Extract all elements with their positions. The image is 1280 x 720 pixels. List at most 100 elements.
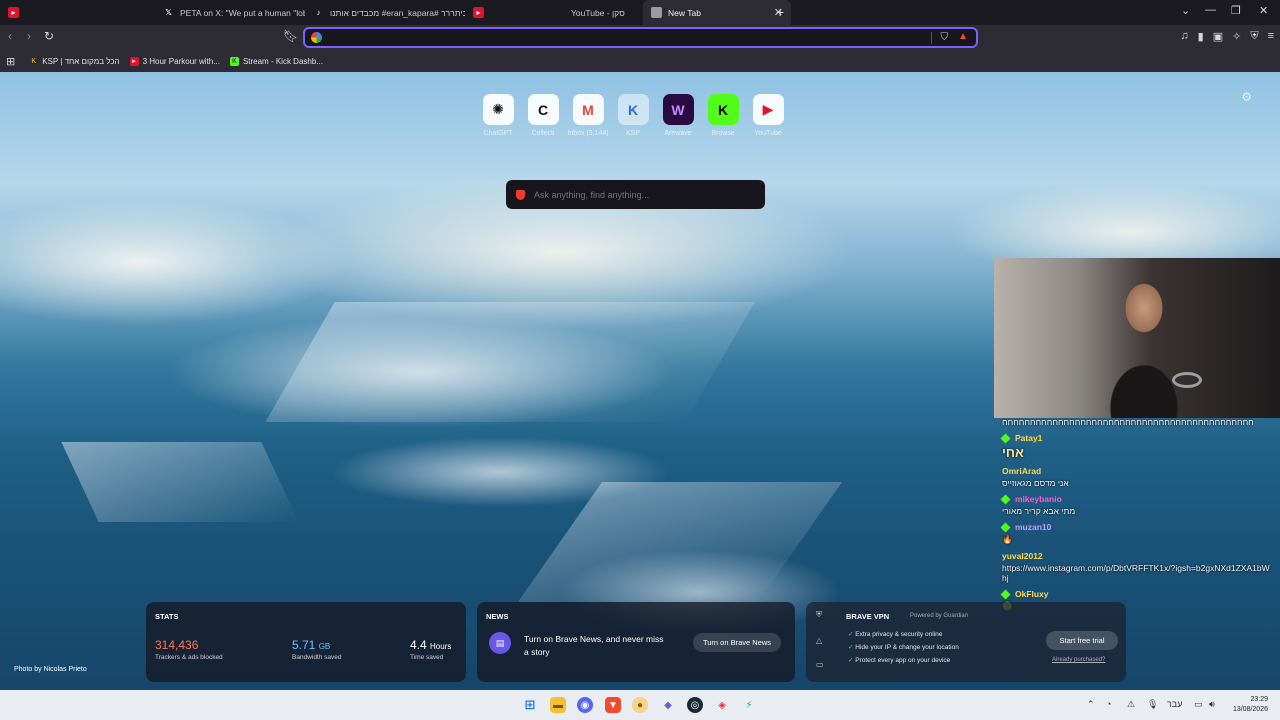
language-indicator[interactable]: עבר	[1167, 699, 1182, 709]
tab-peta-x[interactable]: 𝕏 PETA on X: "We put a human "lobste	[155, 0, 305, 25]
sidebar-icon[interactable]: ▮	[1198, 30, 1204, 43]
top-site-arewave[interactable]: W Arewave	[660, 94, 696, 137]
brave-rewards-icon[interactable]: ▲	[958, 31, 968, 42]
wallpaper-ridge	[61, 442, 299, 522]
steam-icon[interactable]: ◎	[687, 697, 703, 713]
tab-youtube-1[interactable]: ▸	[0, 0, 20, 25]
chat-username: Patay1	[1000, 433, 1272, 443]
chat-message: חחחחחחחחחחחחחחחחחחחחחחחחחחחחחחחחחחחחחחחח…	[1002, 417, 1272, 427]
toolbar-right-icons: ♫ ▮ ▣ ✧ ⛨ ≡	[1180, 30, 1274, 43]
app-icon[interactable]: ⚡	[741, 697, 757, 713]
microphone-icon[interactable]: 🎙︎	[1147, 699, 1158, 710]
top-site-label: Browse	[711, 130, 735, 137]
stat-unit: Hours	[430, 642, 452, 651]
windows-start-icon[interactable]: ⊞	[522, 697, 538, 713]
top-site-youtube[interactable]: ▶ YouTube	[750, 94, 786, 137]
chat-text: אחי	[1002, 445, 1024, 460]
already-purchased-link[interactable]: Already purchased?	[1052, 657, 1105, 663]
wallet-icon[interactable]: ▣	[1213, 30, 1223, 43]
volume-icon[interactable]: 🔊︎	[1209, 699, 1215, 710]
youtube-icon: ▸	[129, 56, 139, 66]
close-window-button[interactable]: ✕	[1259, 4, 1268, 17]
turn-on-news-button[interactable]: Turn on Brave News	[693, 633, 781, 652]
media-icon[interactable]: ♫	[1180, 30, 1188, 43]
discord-icon[interactable]: ◉	[577, 697, 593, 713]
address-bar[interactable]: ⛉ ▲	[303, 27, 978, 48]
warning-icon[interactable]: △	[816, 636, 822, 645]
stat-bandwidth: 5.71 GB Bandwidth saved	[292, 638, 342, 661]
file-explorer-icon[interactable]: ▬	[550, 697, 566, 713]
tab-new-tab[interactable]: New Tab ✕	[643, 0, 791, 25]
tab-search-icon[interactable]: ⌄	[1181, 4, 1190, 17]
clock-date: 13/08/2026	[1232, 706, 1268, 713]
top-site-label: YouTube	[754, 130, 782, 137]
vpn-icon[interactable]: ⛨	[1250, 30, 1258, 43]
search-input[interactable]	[534, 187, 765, 202]
message-icon[interactable]: ▭	[816, 660, 824, 669]
app-icon[interactable]: ◆	[660, 697, 676, 713]
tab-title: מכבדים אותנו #eran_kapara# ביתררר	[330, 7, 465, 18]
reload-button[interactable]: ↻	[44, 29, 54, 43]
sub-badge-icon	[1000, 522, 1011, 532]
globe-icon	[651, 7, 662, 18]
webcam-overlay	[994, 258, 1280, 418]
bookmark-label: KSP | הכל במקום אחד	[42, 56, 120, 66]
app-icon[interactable]: ◈	[714, 697, 730, 713]
tab-youtube-2[interactable]: ▸	[465, 0, 493, 25]
app-icon[interactable]: ●	[632, 697, 648, 713]
apps-grid-icon[interactable]: ⊞	[6, 55, 15, 68]
stat-unit: GB	[318, 642, 331, 651]
top-site-gmail[interactable]: M Inbox (3,144)	[567, 94, 609, 137]
news-widget: NEWS ▤ Turn on Brave News, and never mis…	[477, 602, 795, 682]
settings-gear-icon[interactable]: ⚙	[1241, 90, 1252, 104]
start-free-trial-button[interactable]: Start free trial	[1046, 631, 1118, 650]
microphone-icon	[1172, 372, 1202, 388]
tray-app-icon[interactable]: ⚠	[1127, 699, 1135, 710]
tiktok-icon: ♪	[316, 8, 321, 17]
ksp-icon: K	[31, 57, 37, 65]
divider	[931, 32, 932, 44]
minimize-button[interactable]: —	[1205, 4, 1216, 16]
top-site-kick[interactable]: K Browse	[705, 94, 741, 137]
tab-youtube-3[interactable]: YouTube - סקן	[563, 0, 643, 25]
tray-overflow-icon[interactable]: ⌃	[1087, 699, 1095, 710]
maximize-button[interactable]: ❐	[1231, 4, 1241, 17]
bookmark-parkour[interactable]: ▸ 3 Hour Parkour with...	[129, 56, 220, 66]
chat-message: OmriArad אני מדסם מגאוזייס	[1002, 466, 1272, 488]
stat-value: 4.4	[410, 638, 427, 652]
toolbar: ‹ › ↻ 🔖︎ ⛉ ▲ ♫ ▮ ▣ ✧ ⛨ ≡	[0, 25, 1280, 50]
menu-icon[interactable]: ≡	[1268, 30, 1274, 43]
search-box[interactable]	[506, 180, 765, 209]
photo-credit[interactable]: Photo by Nicolas Prieto	[14, 666, 87, 673]
tab-tiktok[interactable]: ♪ מכבדים אותנו #eran_kapara# ביתררר	[305, 0, 466, 25]
bookmark-ksp[interactable]: K KSP | הכל במקום אחד	[29, 57, 119, 66]
brave-icon	[516, 189, 525, 200]
forward-button[interactable]: ›	[27, 29, 31, 43]
network-icon[interactable]: ▭	[1194, 699, 1203, 710]
top-site-label: Arewave	[664, 130, 692, 137]
kick-icon: K	[229, 56, 239, 66]
top-site-collecti[interactable]: C Collecti	[525, 94, 561, 137]
top-site-chatgpt[interactable]: ✺ ChatGPT	[480, 94, 516, 137]
new-tab-button[interactable]: +	[776, 4, 784, 20]
tab-title: YouTube - סקן	[571, 7, 625, 18]
gmail-icon: M	[572, 94, 604, 125]
tray-app-icon[interactable]: ◔	[1106, 699, 1111, 709]
brave-shield-icon[interactable]: ⛉	[941, 32, 949, 43]
arewave-icon: W	[662, 94, 694, 125]
address-input[interactable]	[328, 30, 976, 45]
bookmark-kick[interactable]: K Stream - Kick Dashb...	[229, 56, 323, 66]
back-button[interactable]: ‹	[8, 29, 12, 43]
top-site-ksp[interactable]: K KSP	[615, 94, 651, 137]
news-icon: ▤	[489, 632, 511, 654]
system-clock[interactable]: 23:29 13/08/2026	[1233, 695, 1268, 715]
top-sites: ✺ ChatGPT C Collecti M Inbox (3,144) K K…	[480, 94, 786, 137]
leo-ai-icon[interactable]: ✧	[1232, 30, 1241, 43]
youtube-icon: ▶	[752, 94, 784, 125]
chat-username: muzan10	[1000, 522, 1272, 532]
vpn-shield-icon[interactable]: ⛨	[816, 610, 822, 620]
brave-icon[interactable]: ▼	[605, 697, 621, 713]
bookmark-icon[interactable]: 🔖︎	[283, 29, 298, 43]
stat-label: Trackers & ads blocked	[155, 654, 223, 661]
youtube-icon: ▸	[8, 7, 19, 18]
